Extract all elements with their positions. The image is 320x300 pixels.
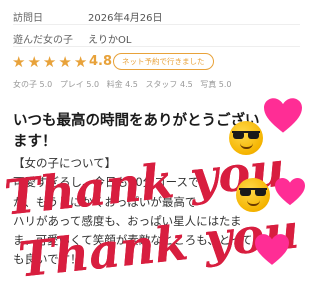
- girl-row: 遊んだ女の子 えりかOL: [13, 31, 131, 46]
- mouth: [240, 143, 253, 149]
- divider: [13, 24, 300, 25]
- subscore-play: プレイ 5.0: [59, 80, 100, 89]
- girl-name[interactable]: えりかOL: [88, 31, 131, 46]
- pink-heart-icon: [275, 177, 305, 206]
- star-icon: ★: [27, 53, 41, 71]
- star-rating: ★ ★ ★ ★ ★: [12, 54, 87, 70]
- booking-tag: ネット予約で行きました: [113, 53, 214, 70]
- girl-label: 遊んだ女の子: [13, 35, 73, 46]
- subscores: 女の子 5.0 プレイ 5.0 料金 4.5 スタッフ 4.5 写真 5.0: [13, 79, 237, 90]
- subscore-price: 料金 4.5: [106, 80, 138, 89]
- pink-heart-icon: [255, 234, 289, 265]
- divider: [13, 46, 300, 47]
- rating-score: 4.8: [89, 54, 113, 69]
- sunglasses-icon: [232, 131, 260, 139]
- sunglasses-emoji-icon: [229, 121, 263, 155]
- subscore-photo: 写真 5.0: [200, 80, 232, 89]
- star-icon: ★: [58, 53, 72, 71]
- star-icon: ★: [73, 53, 88, 71]
- visit-date-value: 2026年4月26日: [88, 13, 163, 24]
- sunglasses-emoji-icon: [236, 178, 270, 212]
- visit-date-row: 訪問日 2026年4月26日: [13, 9, 163, 24]
- subscore-staff: スタッフ 4.5: [145, 80, 193, 89]
- star-icon: ★: [42, 53, 57, 71]
- visit-date-label: 訪問日: [13, 13, 43, 24]
- star-icon: ★: [12, 53, 26, 71]
- sunglasses-icon: [239, 188, 267, 196]
- subscore-girl: 女の子 5.0: [13, 80, 53, 89]
- mouth: [247, 200, 260, 206]
- pink-heart-icon: [264, 98, 302, 133]
